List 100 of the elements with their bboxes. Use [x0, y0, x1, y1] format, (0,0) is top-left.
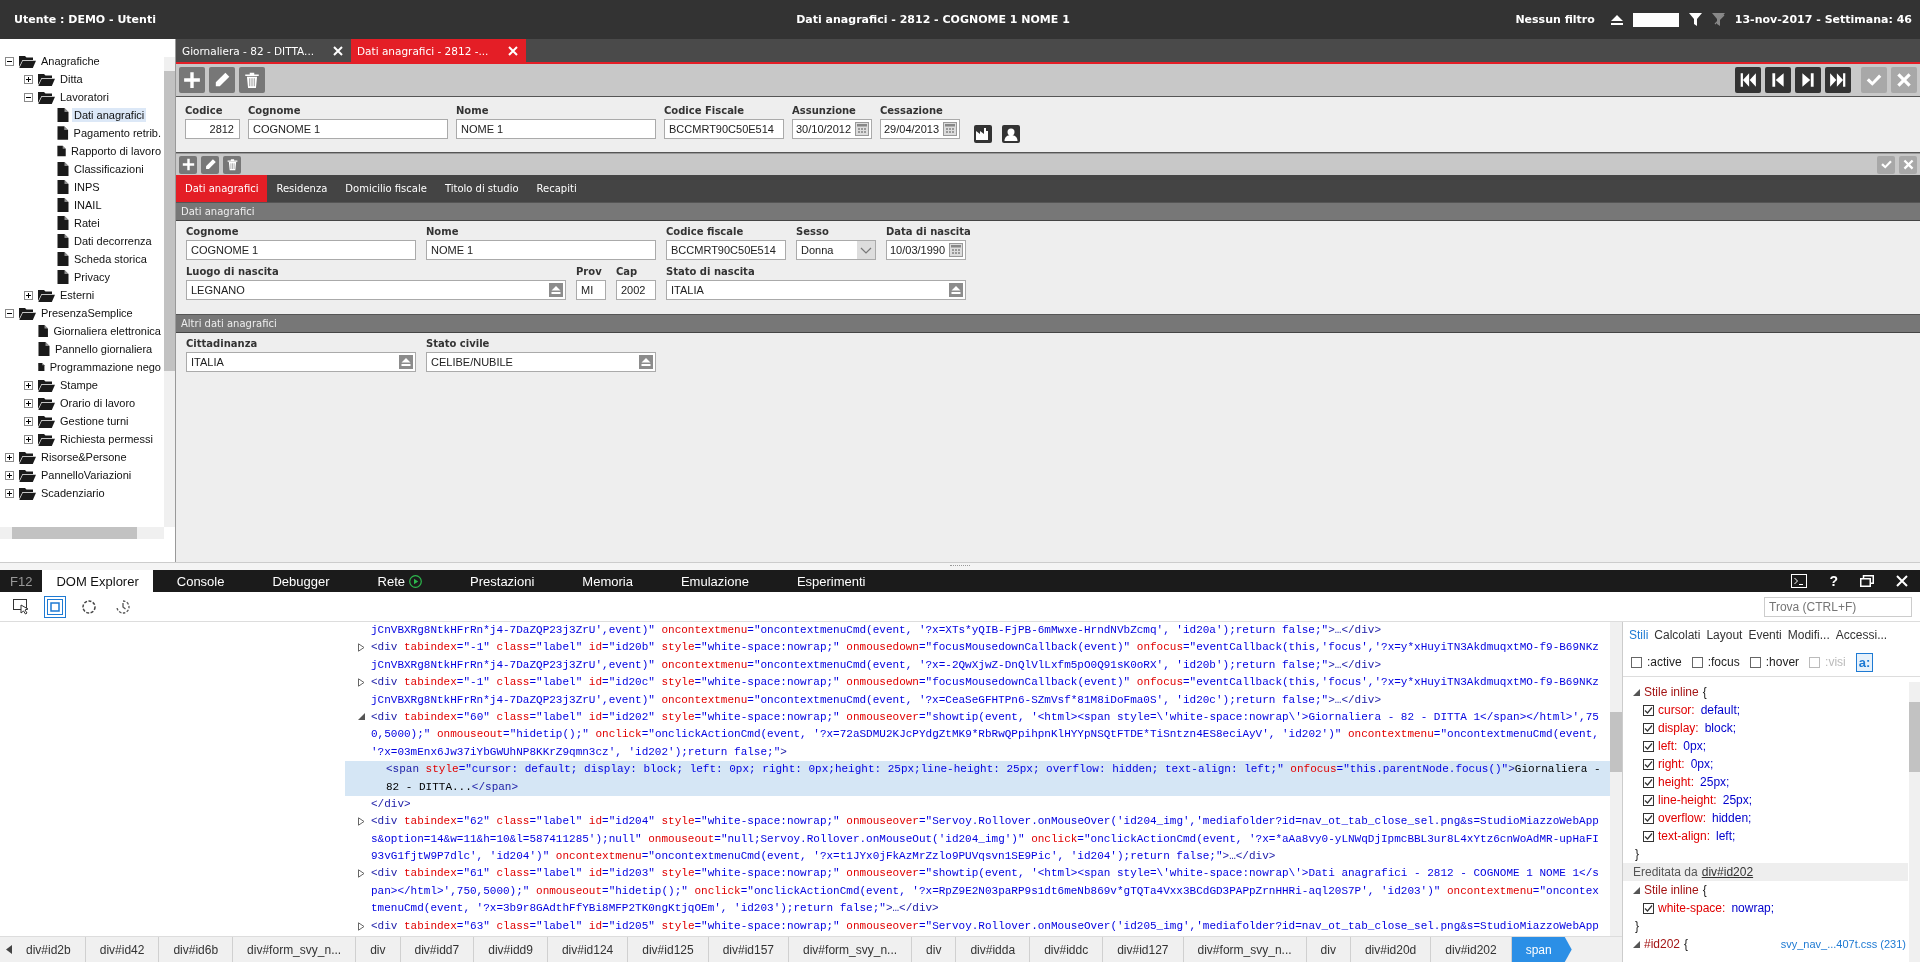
- text-field[interactable]: NOME 1: [426, 240, 656, 260]
- edit-button[interactable]: [201, 155, 219, 174]
- tree-item[interactable]: Scadenziario: [39, 486, 107, 500]
- scrollbar[interactable]: [1610, 622, 1622, 936]
- breadcrumb[interactable]: div#idda: [956, 937, 1031, 962]
- document-tab[interactable]: Dati anagrafici - 2812 -...: [351, 39, 526, 62]
- tree-item[interactable]: Pagamento retrib.: [71, 126, 163, 140]
- breadcrumb[interactable]: div#id157: [708, 937, 790, 962]
- tab[interactable]: Rete: [353, 570, 447, 592]
- help-button[interactable]: ?: [1829, 573, 1838, 589]
- tab[interactable]: Prestazioni: [446, 570, 559, 592]
- lookup-icon[interactable]: [399, 355, 413, 369]
- tab[interactable]: Residenza: [267, 175, 337, 202]
- tab[interactable]: Modifi...: [1787, 628, 1830, 642]
- text-field[interactable]: MI: [576, 280, 606, 300]
- add-button[interactable]: [179, 155, 197, 174]
- collapse-icon[interactable]: [24, 92, 33, 102]
- breadcrumb[interactable]: div#id127: [1103, 937, 1184, 962]
- tree-item[interactable]: Dati anagrafici: [72, 108, 147, 122]
- lookup-icon[interactable]: [549, 283, 563, 297]
- tree-item[interactable]: Giornaliera elettronica: [51, 324, 163, 338]
- add-button[interactable]: [179, 67, 205, 93]
- checkbox[interactable]: [1643, 776, 1654, 788]
- lookup-field[interactable]: ITALIA: [186, 352, 416, 372]
- tab[interactable]: Esperimenti: [772, 570, 890, 592]
- tab[interactable]: DOM Explorer: [42, 570, 153, 592]
- tree-item[interactable]: Esterni: [58, 288, 97, 302]
- eject-icon[interactable]: [1610, 14, 1623, 25]
- checkbox[interactable]: [1643, 722, 1654, 734]
- expand-icon[interactable]: [24, 74, 33, 84]
- collapse-icon[interactable]: [5, 308, 14, 318]
- scroll-left-icon[interactable]: [6, 945, 12, 954]
- expand-arrow-icon[interactable]: [358, 921, 365, 931]
- breadcrumb[interactable]: div#id2b: [12, 937, 86, 962]
- tree-item[interactable]: Gestione turni: [58, 414, 131, 428]
- tree-item[interactable]: Anagrafiche: [39, 54, 102, 68]
- expand-icon[interactable]: [24, 416, 33, 426]
- tab[interactable]: Accessi...: [1835, 628, 1888, 642]
- find-field[interactable]: Trova (CTRL+F): [1764, 596, 1912, 617]
- text-field[interactable]: COGNOME 1: [248, 119, 448, 139]
- close-icon[interactable]: [333, 45, 343, 56]
- expand-icon[interactable]: [24, 380, 33, 390]
- dropdown[interactable]: Donna: [796, 240, 876, 260]
- tree-item[interactable]: Programmazione nego: [47, 360, 163, 374]
- tab[interactable]: Debugger: [248, 570, 354, 592]
- tab[interactable]: Console: [152, 570, 249, 592]
- source-link[interactable]: svy_nav_...407t.css (231): [1780, 938, 1906, 950]
- tree-item[interactable]: INAIL: [72, 198, 104, 212]
- checkbox[interactable]: [1749, 656, 1761, 668]
- breadcrumb[interactable]: div#id6b: [159, 937, 234, 962]
- text-field[interactable]: COGNOME 1: [186, 240, 416, 260]
- checkbox[interactable]: [1643, 902, 1654, 914]
- tree-item[interactable]: Lavoratori: [58, 90, 111, 104]
- filter-icon[interactable]: [1688, 13, 1702, 26]
- breadcrumb[interactable]: div#id202: [1431, 937, 1512, 962]
- tree-item[interactable]: PresenzaSemplice: [39, 306, 135, 320]
- tab[interactable]: Eventi: [1748, 628, 1782, 642]
- first-record-button[interactable]: [1735, 67, 1761, 93]
- tree-item[interactable]: Ratei: [72, 216, 102, 230]
- breadcrumb[interactable]: div: [1306, 937, 1351, 962]
- collapse-arrow-icon[interactable]: [1633, 688, 1640, 696]
- expand-arrow-icon[interactable]: [358, 643, 365, 653]
- text-field[interactable]: BCCMRT90C50E514: [664, 119, 784, 139]
- breadcrumb[interactable]: div#id125: [628, 937, 709, 962]
- breadcrumb[interactable]: div#id20d: [1350, 937, 1432, 962]
- expand-arrow-icon[interactable]: [358, 817, 365, 827]
- number-field[interactable]: 2812: [185, 119, 240, 139]
- breadcrumb[interactable]: div#form_svy_n...: [1183, 937, 1307, 962]
- date-field[interactable]: 10/03/1990: [886, 240, 966, 260]
- checkbox[interactable]: [1691, 656, 1703, 668]
- expand-icon[interactable]: [24, 290, 33, 300]
- date-field[interactable]: 30/10/2012: [792, 119, 872, 139]
- tree-item[interactable]: INPS: [72, 180, 102, 194]
- toggle-button[interactable]: a:: [1855, 652, 1874, 672]
- expand-icon[interactable]: [5, 488, 14, 498]
- tree-item[interactable]: Ditta: [58, 72, 85, 86]
- date-field[interactable]: 29/04/2013: [880, 119, 960, 139]
- factory-icon[interactable]: [974, 125, 992, 143]
- breadcrumb[interactable]: div#idd7: [400, 937, 475, 962]
- text-field[interactable]: BCCMRT90C50E514: [666, 240, 786, 260]
- scrollbar[interactable]: [0, 527, 164, 539]
- tab[interactable]: Memoria: [558, 570, 657, 592]
- collapse-icon[interactable]: [5, 56, 14, 66]
- expand-icon[interactable]: [5, 470, 14, 480]
- calendar-icon[interactable]: [949, 243, 963, 257]
- tree-item[interactable]: Rapporto di lavoro: [69, 144, 163, 158]
- collapse-arrow-icon[interactable]: [1633, 940, 1640, 948]
- filter-off-icon[interactable]: [1711, 13, 1725, 26]
- tab[interactable]: Domicilio fiscale: [336, 175, 436, 202]
- collapse-arrow-icon[interactable]: [1633, 886, 1640, 894]
- text-field[interactable]: NOME 1: [456, 119, 656, 139]
- tab[interactable]: Emulazione: [656, 570, 773, 592]
- restore-icon[interactable]: [1860, 575, 1874, 587]
- tree-item[interactable]: Stampe: [58, 378, 100, 392]
- checkbox[interactable]: [1643, 794, 1654, 806]
- tree-item[interactable]: Orario di lavoro: [58, 396, 138, 410]
- lookup-field[interactable]: ITALIA: [666, 280, 966, 300]
- last-record-button[interactable]: [1825, 67, 1851, 93]
- breadcrumb[interactable]: div#id124: [547, 937, 629, 962]
- delete-button[interactable]: [223, 155, 241, 174]
